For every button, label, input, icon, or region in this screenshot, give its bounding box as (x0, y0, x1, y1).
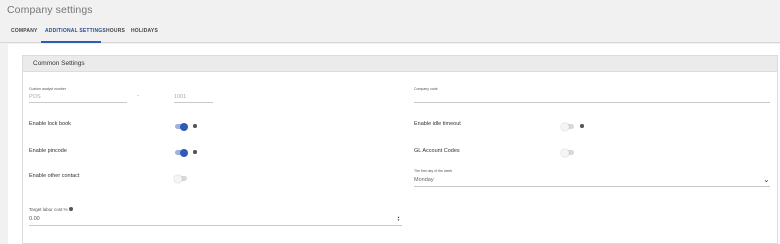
tab-additional-settings[interactable]: ADDITIONAL SETTINGS (45, 28, 106, 34)
enable-pincode-label: Enable pincode (29, 148, 67, 154)
card-title: Common Settings (23, 56, 777, 72)
tab-company[interactable]: COMPANY (11, 28, 38, 34)
gl-account-codes-label: GL Account Codes (414, 148, 460, 154)
target-labor-cost-input[interactable]: 0.00 (29, 216, 40, 222)
company-code-label: Company code (414, 87, 438, 91)
enable-idle-timeout-label: Enable idle timeout (414, 121, 461, 127)
analyst-number-input[interactable]: 1001 (174, 94, 186, 100)
enable-pincode-toggle[interactable] (174, 148, 188, 157)
company-code-underline (414, 102, 770, 103)
chevron-down-icon[interactable]: ⌄ (763, 176, 770, 184)
tab-holidays[interactable]: HOLIDAYS (131, 28, 158, 34)
gl-account-codes-toggle[interactable] (561, 148, 575, 157)
first-day-select[interactable]: Monday (414, 177, 434, 183)
common-settings-card: Common Settings Custom analyst number PO… (22, 55, 778, 244)
company-code-input[interactable] (414, 94, 770, 102)
tab-hours[interactable]: HOURS (106, 28, 125, 34)
info-icon (193, 124, 197, 128)
analyst-prefix-underline (29, 102, 127, 103)
info-icon (69, 207, 73, 211)
target-labor-cost-underline (29, 225, 402, 226)
enable-idle-timeout-toggle[interactable] (561, 122, 575, 131)
info-icon (193, 150, 197, 154)
stepper-arrows-icon[interactable]: ▲ ▼ (397, 216, 400, 222)
enable-lock-book-toggle[interactable] (174, 122, 188, 131)
enable-other-contact-toggle[interactable] (174, 174, 188, 183)
first-day-label: The first day of the week (414, 169, 453, 173)
enable-other-contact-label: Enable other contact (29, 173, 80, 179)
analyst-number-underline (174, 102, 213, 103)
active-tab-indicator (41, 41, 101, 43)
analyst-prefix-input[interactable]: POS (29, 94, 41, 100)
first-day-underline (414, 186, 770, 187)
tab-bar: COMPANY ADDITIONAL SETTINGS HOURS HOLIDA… (0, 20, 780, 43)
enable-lock-book-label: Enable lock book (29, 121, 71, 127)
target-labor-cost-label: Target labor cost % (29, 207, 68, 212)
page-title: Company settings (7, 4, 93, 16)
custom-analyst-label: Custom analyst number (29, 87, 66, 91)
info-icon (580, 124, 584, 128)
